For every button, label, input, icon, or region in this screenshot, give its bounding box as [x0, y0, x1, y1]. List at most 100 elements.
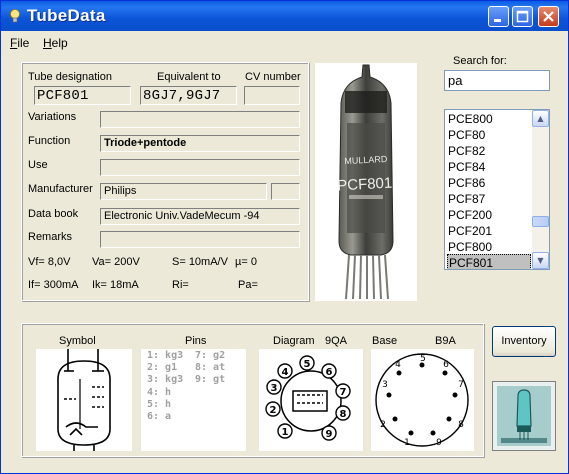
pin-entry: 3: kg3: [147, 374, 184, 386]
svg-text:4: 4: [282, 367, 289, 378]
scroll-thumb[interactable]: [532, 216, 549, 227]
cv-number-label: CV number: [245, 71, 301, 83]
pin-entry: 6: a: [147, 411, 172, 423]
diagram-label: Diagram: [273, 335, 315, 347]
scroll-down-icon: ▼: [537, 256, 544, 265]
pin-diagram-drawing: 3 4 5 6 7 8 9 1 2: [265, 355, 351, 441]
pin-entry: 2: g1: [147, 362, 178, 374]
equivalent-field[interactable]: 8GJ7,9GJ7: [140, 86, 237, 105]
tube-symbol-drawing: [57, 349, 111, 451]
list-item[interactable]: PCF84: [447, 159, 531, 175]
manufacturer-code-field[interactable]: [271, 183, 300, 200]
search-input[interactable]: pa: [444, 70, 550, 91]
menu-bar: File Help: [1, 32, 568, 52]
pin-entry: 4: h: [147, 386, 172, 398]
list-scrollbar[interactable]: ▲ ▼: [532, 110, 549, 269]
list-item[interactable]: PCF82: [447, 143, 531, 159]
scroll-up-button[interactable]: ▲: [532, 110, 549, 127]
lightbulb-icon: [10, 9, 20, 23]
svg-text:7: 7: [340, 387, 347, 398]
equivalent-label: Equivalent to: [157, 71, 221, 83]
ik-value: Ik= 18mA: [92, 279, 139, 291]
title-bar[interactable]: TubeData: [1, 1, 568, 31]
inventory-button[interactable]: Inventory: [492, 326, 556, 357]
use-field[interactable]: [100, 159, 300, 176]
search-label: Search for:: [453, 55, 507, 67]
manufacturer-field[interactable]: Philips: [100, 183, 267, 200]
mu-value: µ= 0: [235, 256, 257, 268]
list-item[interactable]: PCE800: [447, 111, 531, 127]
cv-number-field[interactable]: [244, 86, 300, 105]
list-item[interactable]: PCF201: [447, 223, 531, 239]
list-item[interactable]: PCF80: [447, 127, 531, 143]
list-item[interactable]: PCF86: [447, 175, 531, 191]
manufacturer-label: Manufacturer: [28, 183, 93, 195]
remarks-field[interactable]: [100, 231, 300, 248]
scroll-down-button[interactable]: ▼: [532, 252, 549, 269]
app-logo: [492, 381, 556, 451]
tube-listbox[interactable]: PCE800 PCF80 PCF82 PCF84 PCF86 PCF87 PCF…: [444, 109, 550, 270]
svg-text:9: 9: [326, 429, 333, 440]
tube-photo: MULLARD PCF801: [315, 63, 417, 301]
variations-field[interactable]: [100, 111, 300, 128]
diagram-code: 9QA: [325, 335, 348, 347]
svg-text:3: 3: [271, 383, 278, 394]
list-item-selected[interactable]: PCF801: [447, 254, 531, 269]
svg-text:4: 4: [395, 360, 401, 370]
databook-label: Data book: [28, 208, 79, 220]
base-label: Base: [372, 335, 398, 347]
minimize-button[interactable]: [488, 6, 509, 27]
maximize-icon: [516, 10, 529, 23]
svg-text:3: 3: [382, 380, 388, 390]
svg-text:6: 6: [443, 360, 449, 370]
svg-text:5: 5: [420, 354, 426, 364]
pins-label: Pins: [185, 335, 207, 347]
pin-entry: 7: g2: [195, 350, 226, 361]
svg-text:5: 5: [304, 359, 311, 370]
svg-text:7: 7: [458, 380, 464, 390]
base-code: B9A: [435, 335, 456, 347]
svg-text:2: 2: [270, 405, 277, 416]
variations-label: Variations: [28, 111, 77, 123]
databook-field[interactable]: Electronic Univ.VadeMecum -94: [100, 208, 300, 225]
tube-photo-image: MULLARD PCF801: [337, 64, 394, 300]
minimize-icon: [494, 19, 501, 22]
va-value: Va= 200V: [92, 256, 140, 268]
menu-help[interactable]: Help: [43, 36, 68, 50]
svg-text:2: 2: [380, 420, 386, 430]
svg-text:6: 6: [326, 367, 333, 378]
list-item[interactable]: PCF200: [447, 207, 531, 223]
pa-value: Pa=: [238, 279, 258, 291]
use-label: Use: [28, 159, 48, 171]
s-value: S= 10mA/V: [172, 256, 228, 268]
base-image: 5 4 6 3 7 2 8 1 9: [371, 349, 474, 451]
tube-logo-icon: [497, 386, 551, 446]
if-value: If= 300mA: [28, 279, 79, 291]
scroll-up-icon: ▲: [537, 114, 544, 123]
tube-designation-field[interactable]: PCF801: [34, 86, 131, 105]
pin-entry: 9: gt: [195, 374, 226, 386]
vf-value: Vf= 8,0V: [28, 256, 71, 268]
pin-entry: 5: h: [147, 398, 172, 410]
close-button[interactable]: [538, 6, 559, 27]
symbol-image: [36, 349, 132, 451]
maximize-button[interactable]: [512, 6, 533, 27]
base-drawing: 5 4 6 3 7 2 8 1 9: [375, 353, 469, 448]
list-item[interactable]: PCF87: [447, 191, 531, 207]
svg-text:8: 8: [340, 409, 347, 420]
svg-text:1: 1: [404, 438, 410, 448]
svg-text:8: 8: [458, 420, 464, 430]
menu-file[interactable]: File: [10, 36, 29, 50]
main-window: TubeData File Help Tube designation Equi…: [0, 0, 569, 474]
tube-designation-label: Tube designation: [28, 71, 112, 83]
function-field[interactable]: Triode+pentode: [100, 135, 300, 152]
svg-text:1: 1: [282, 427, 289, 438]
pin-entry: 8: at: [195, 362, 226, 374]
function-label: Function: [28, 135, 71, 147]
svg-text:9: 9: [436, 438, 442, 448]
photo-model-text: PCF801: [337, 175, 393, 195]
ri-value: Ri=: [172, 279, 189, 291]
window-title: TubeData: [27, 6, 106, 25]
pin-diagram-image: 3 4 5 6 7 8 9 1 2: [259, 349, 363, 451]
list-item[interactable]: PCF800: [447, 239, 531, 255]
